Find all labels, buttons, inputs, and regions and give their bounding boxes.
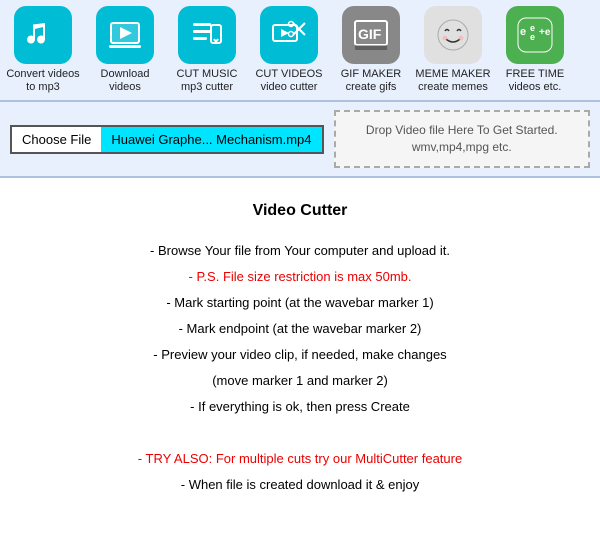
nav-label-download: Download videos: [86, 68, 164, 94]
choose-file-button[interactable]: Choose File: [10, 125, 101, 154]
nav-item-cut-music[interactable]: CUT MUSIC mp3 cutter: [168, 6, 246, 94]
instruction-2: - P.S. File size restriction is max 50mb…: [30, 264, 570, 290]
svg-text:e: e: [530, 32, 535, 42]
svg-text:e: e: [520, 26, 526, 38]
music-note-icon: [14, 6, 72, 64]
nav-label-mp3: Convert videos to mp3: [4, 68, 82, 94]
nav-label-cut-video: CUT VIDEOS video cutter: [250, 68, 328, 94]
nav-item-mp3[interactable]: Convert videos to mp3: [4, 6, 82, 94]
instruction-list: - Browse Your file from Your computer an…: [30, 238, 570, 498]
free-icon: e e e +e: [506, 6, 564, 64]
nav-label-free: FREE TIME videos etc.: [496, 68, 574, 94]
nav-item-meme[interactable]: MEME MAKER create memes: [414, 6, 492, 94]
svg-text:+e: +e: [539, 27, 551, 38]
nav-item-download[interactable]: Download videos: [86, 6, 164, 94]
instruction-spacer: [30, 420, 570, 446]
meme-icon: [424, 6, 482, 64]
drop-zone[interactable]: Drop Video file Here To Get Started. wmv…: [334, 110, 590, 168]
file-name-display: Huawei Graphe... Mechanism.mp4: [101, 125, 323, 154]
main-content: Video Cutter - Browse Your file from You…: [0, 178, 600, 518]
cut-video-icon: [260, 6, 318, 64]
cut-music-icon: [178, 6, 236, 64]
instruction-4: - Mark endpoint (at the wavebar marker 2…: [30, 316, 570, 342]
nav-item-cut-video[interactable]: CUT VIDEOS video cutter: [250, 6, 328, 94]
file-input-area: Choose File Huawei Graphe... Mechanism.m…: [10, 125, 324, 154]
upload-section: Choose File Huawei Graphe... Mechanism.m…: [0, 102, 600, 178]
nav-label-gif: GIF MAKER create gifs: [332, 68, 410, 94]
nav-item-gif[interactable]: GIF GIF MAKER create gifs: [332, 6, 410, 94]
instruction-1: - Browse Your file from Your computer an…: [30, 238, 570, 264]
instruction-9: - When file is created download it & enj…: [30, 472, 570, 498]
instruction-6: (move marker 1 and marker 2): [30, 368, 570, 394]
drop-zone-line2: wmv,mp4,mpg etc.: [412, 140, 512, 154]
gif-icon: GIF: [342, 6, 400, 64]
instruction-8: - TRY ALSO: For multiple cuts try our Mu…: [30, 446, 570, 472]
download-video-icon: [96, 6, 154, 64]
section-title: Video Cutter: [30, 202, 570, 220]
svg-text:GIF: GIF: [358, 26, 382, 42]
drop-zone-line1: Drop Video file Here To Get Started.: [366, 123, 558, 137]
instruction-3: - Mark starting point (at the wavebar ma…: [30, 290, 570, 316]
nav-label-cut-music: CUT MUSIC mp3 cutter: [168, 68, 246, 94]
nav-label-meme: MEME MAKER create memes: [414, 68, 492, 94]
top-nav: Convert videos to mp3 Download videos: [0, 0, 600, 102]
instruction-7: - If everything is ok, then press Create: [30, 394, 570, 420]
instruction-5: - Preview your video clip, if needed, ma…: [30, 342, 570, 368]
nav-item-free[interactable]: e e e +e FREE TIME videos etc.: [496, 6, 574, 94]
